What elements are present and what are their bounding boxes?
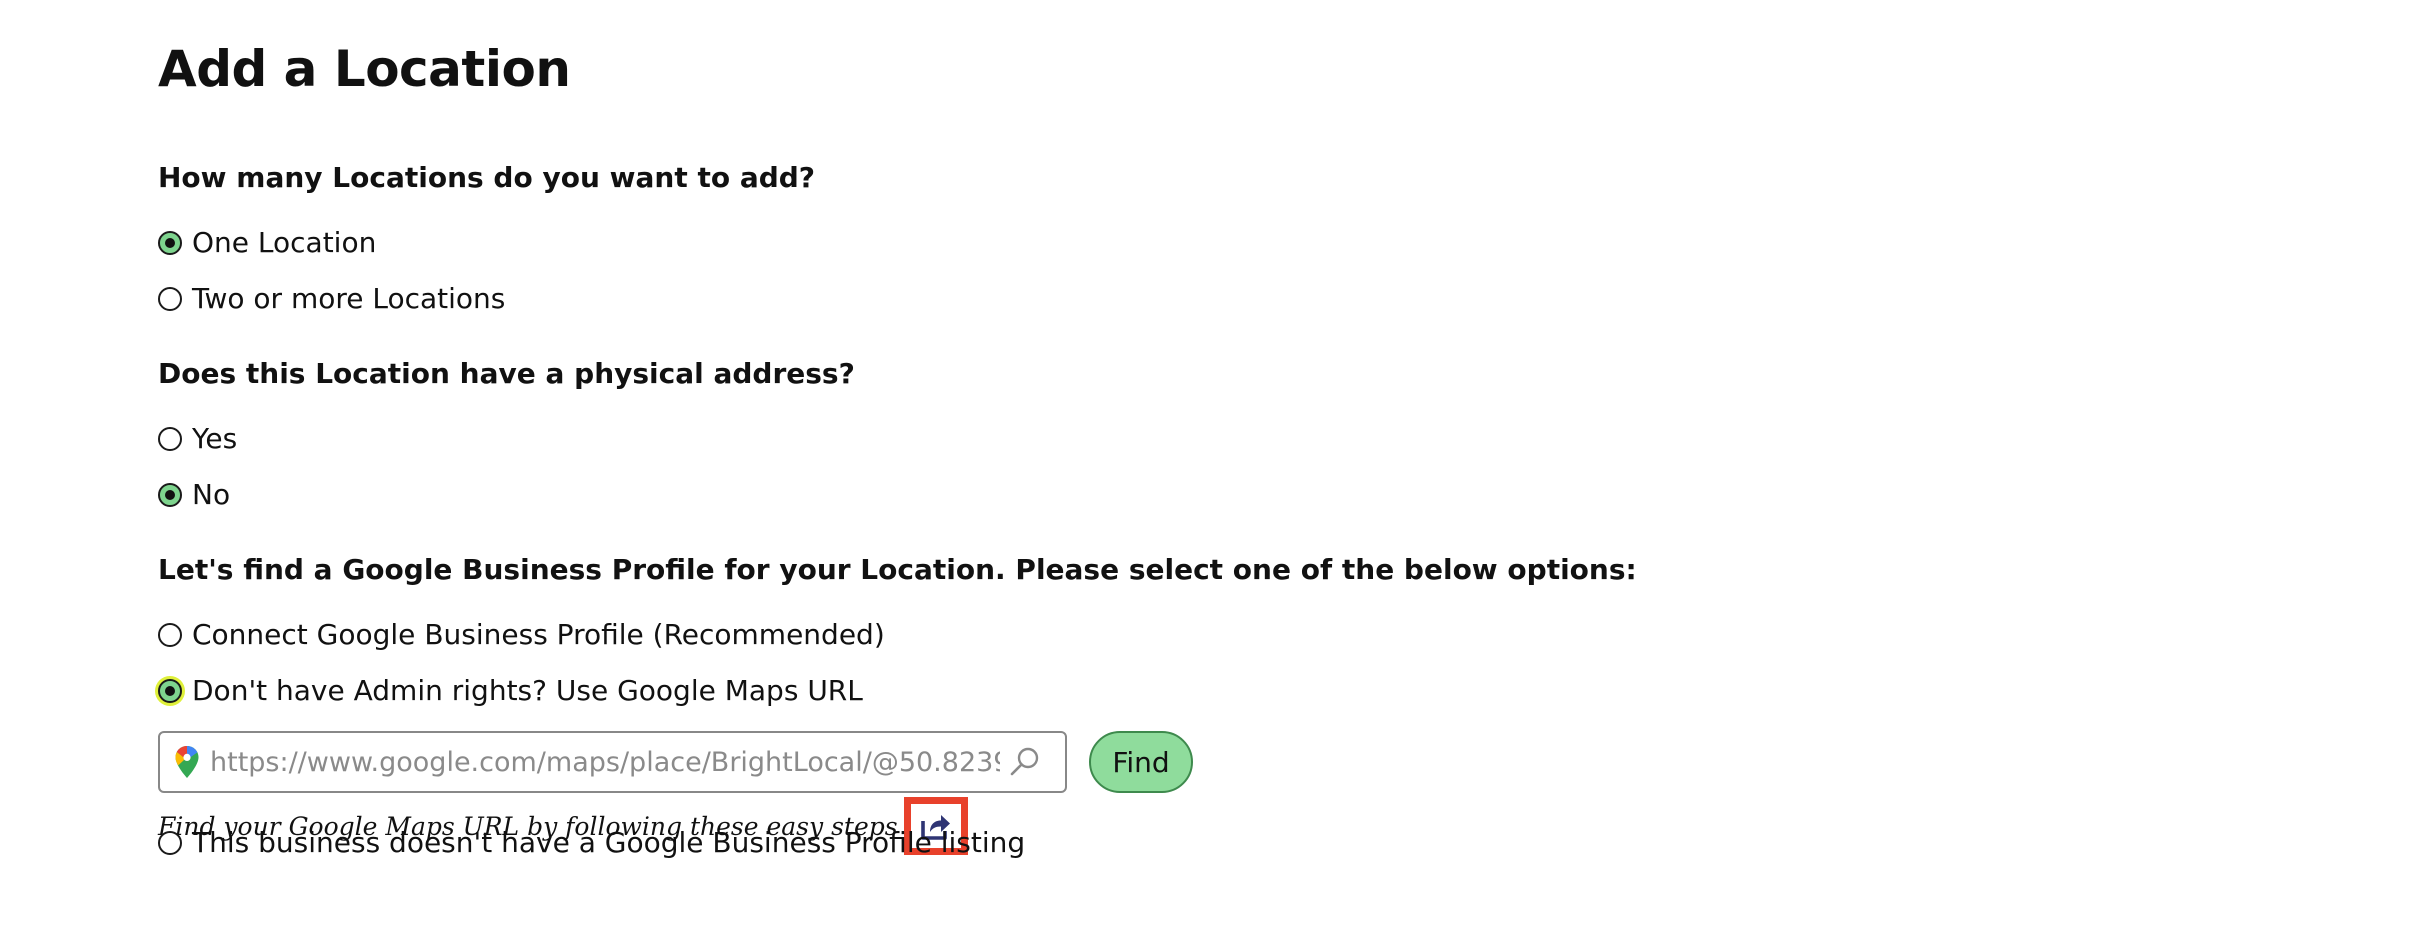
option-one-location[interactable]: One Location (158, 226, 376, 259)
one-location-label: One Location (192, 226, 377, 259)
maps-url-field[interactable] (158, 731, 1067, 793)
yes-radio[interactable] (158, 426, 182, 451)
page-title: Add a Location (158, 40, 571, 98)
maps-url-input[interactable] (210, 746, 1000, 778)
no-radio[interactable] (158, 482, 182, 507)
two-or-more-radio[interactable] (158, 286, 182, 311)
maps-url-radio[interactable] (158, 678, 182, 703)
no-gbp-label: This business doesn't have a Google Busi… (192, 826, 1026, 859)
add-location-page: Add a Location How many Locations do you… (0, 0, 2436, 947)
option-connect-google-business-profile[interactable]: Connect Google Business Profile (Recomme… (158, 618, 885, 651)
locations-count-question: How many Locations do you want to add? (158, 161, 816, 194)
google-profile-question: Let's find a Google Business Profile for… (158, 553, 1637, 586)
option-no-google-business-profile[interactable]: This business doesn't have a Google Busi… (158, 826, 1025, 859)
find-button[interactable]: Find (1089, 731, 1193, 793)
option-no[interactable]: No (158, 478, 230, 511)
option-use-google-maps-url[interactable]: Don't have Admin rights? Use Google Maps… (158, 674, 863, 707)
one-location-radio[interactable] (158, 230, 182, 255)
option-yes[interactable]: Yes (158, 422, 237, 455)
no-label: No (192, 478, 231, 511)
yes-label: Yes (192, 422, 238, 455)
physical-address-question: Does this Location have a physical addre… (158, 357, 855, 390)
option-two-or-more-locations[interactable]: Two or more Locations (158, 282, 505, 315)
no-gbp-radio[interactable] (158, 830, 182, 855)
map-pin-icon (175, 746, 199, 778)
connect-gbp-label: Connect Google Business Profile (Recomme… (192, 618, 885, 651)
connect-gbp-radio[interactable] (158, 622, 182, 647)
search-icon[interactable] (1008, 745, 1042, 779)
maps-url-label: Don't have Admin rights? Use Google Maps… (192, 674, 863, 707)
two-or-more-label: Two or more Locations (192, 282, 506, 315)
